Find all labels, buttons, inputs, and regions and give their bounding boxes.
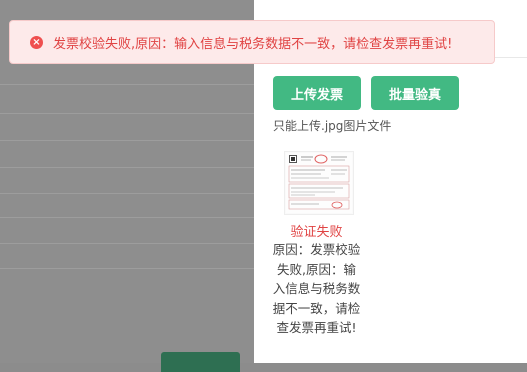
error-circle-icon: × xyxy=(30,35,43,49)
background-row-divider xyxy=(0,167,255,168)
background-row-divider xyxy=(0,140,255,141)
upload-hint: 只能上传.jpg图片文件 xyxy=(273,119,392,133)
invoice-image-icon xyxy=(286,153,352,213)
error-toast: × 发票校验失败,原因：输入信息与税务数据不一致，请检查发票再重试! xyxy=(9,20,495,64)
background-row-divider xyxy=(0,113,255,114)
invoice-thumbnail[interactable] xyxy=(284,151,354,215)
batch-verify-button[interactable]: 批量验真 xyxy=(371,76,459,110)
background-row-divider xyxy=(0,268,255,269)
background-row-divider xyxy=(0,217,255,218)
background-button xyxy=(161,352,240,372)
upload-invoice-button[interactable]: 上传发票 xyxy=(273,76,361,110)
toast-message: 发票校验失败,原因：输入信息与税务数据不一致，请检查发票再重试! xyxy=(53,36,453,52)
file-verify-status: 验证失败 xyxy=(290,225,343,240)
background-row-divider xyxy=(0,84,255,85)
file-failure-reason: 原因：发票校验失败,原因：输入信息与税务数据不一致，请检查发票再重试! xyxy=(272,242,361,335)
background-row-divider xyxy=(0,193,255,194)
background-row-divider xyxy=(0,243,255,244)
